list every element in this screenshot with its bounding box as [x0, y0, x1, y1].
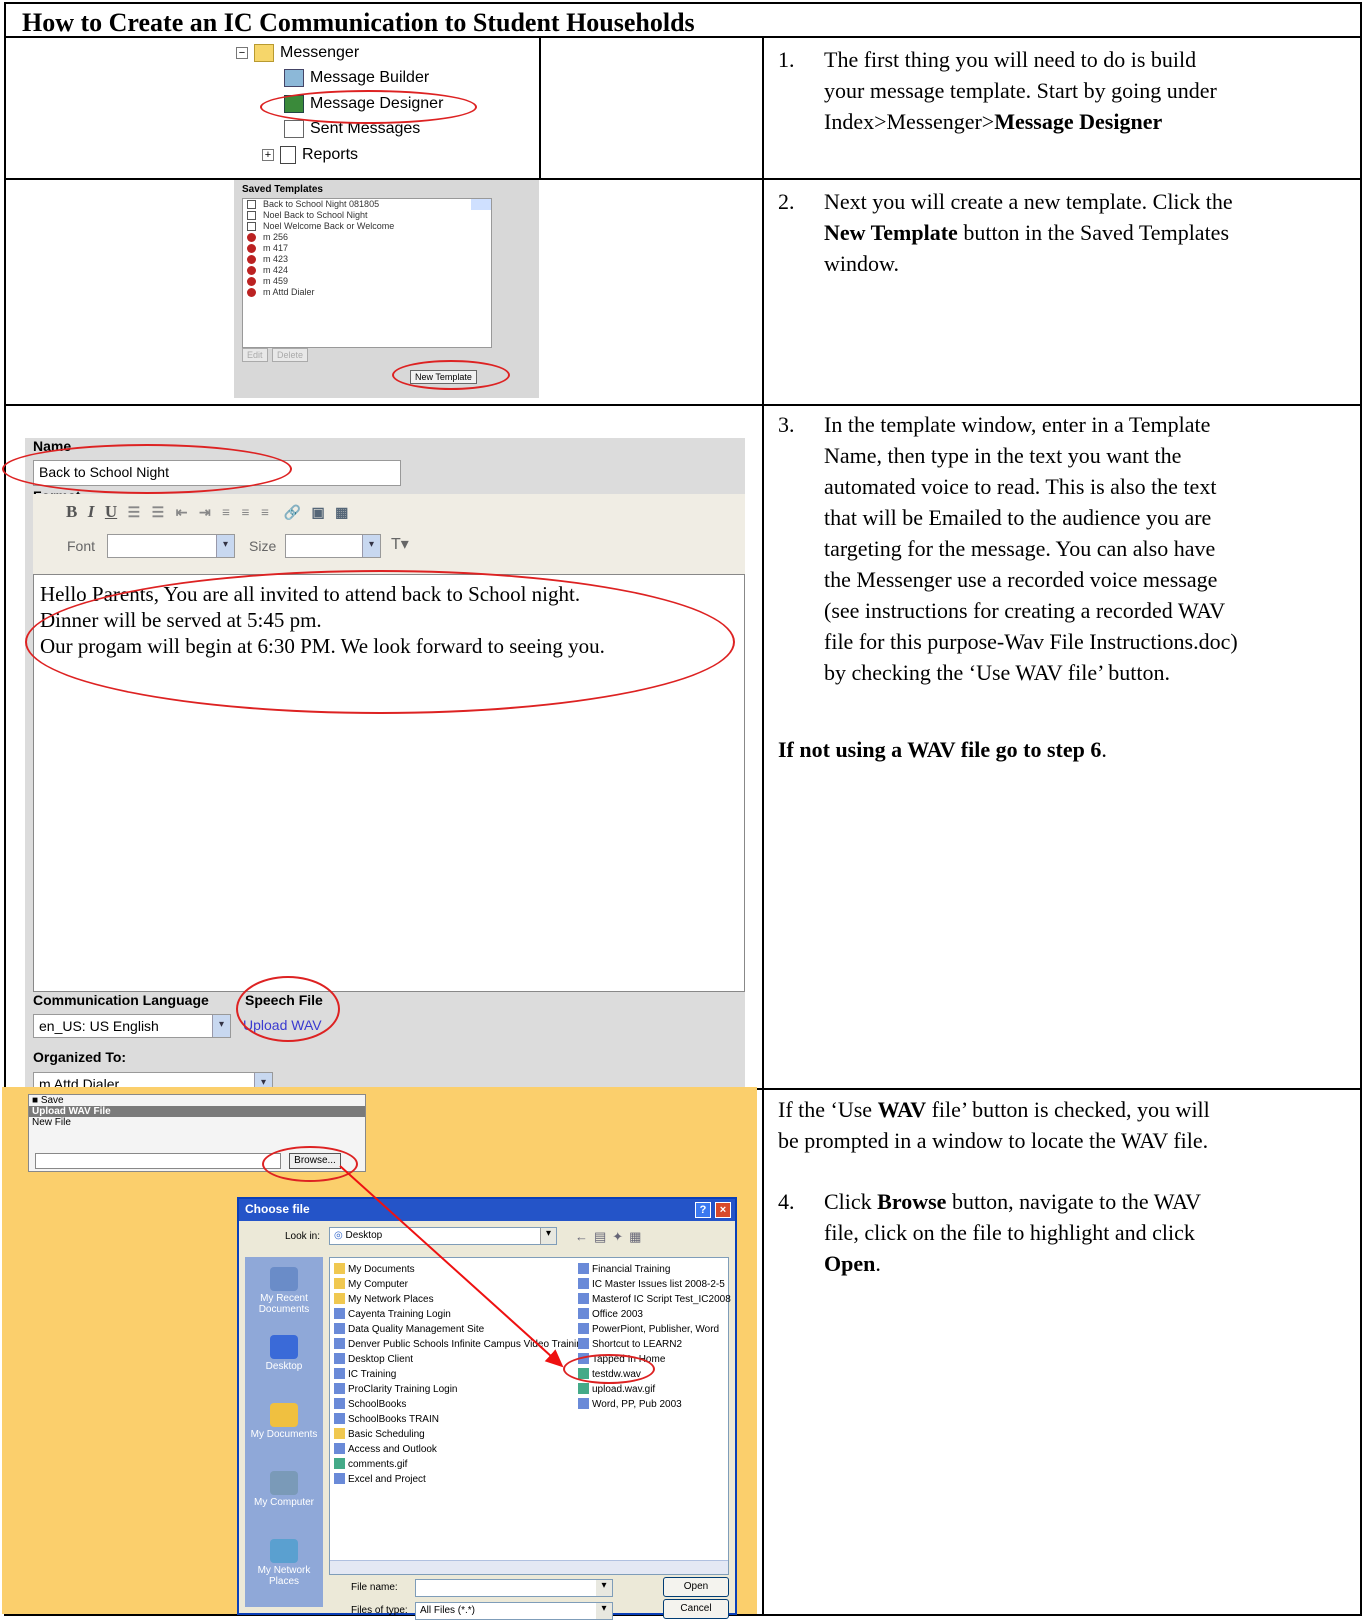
pointer-arrow	[339, 1165, 564, 1368]
